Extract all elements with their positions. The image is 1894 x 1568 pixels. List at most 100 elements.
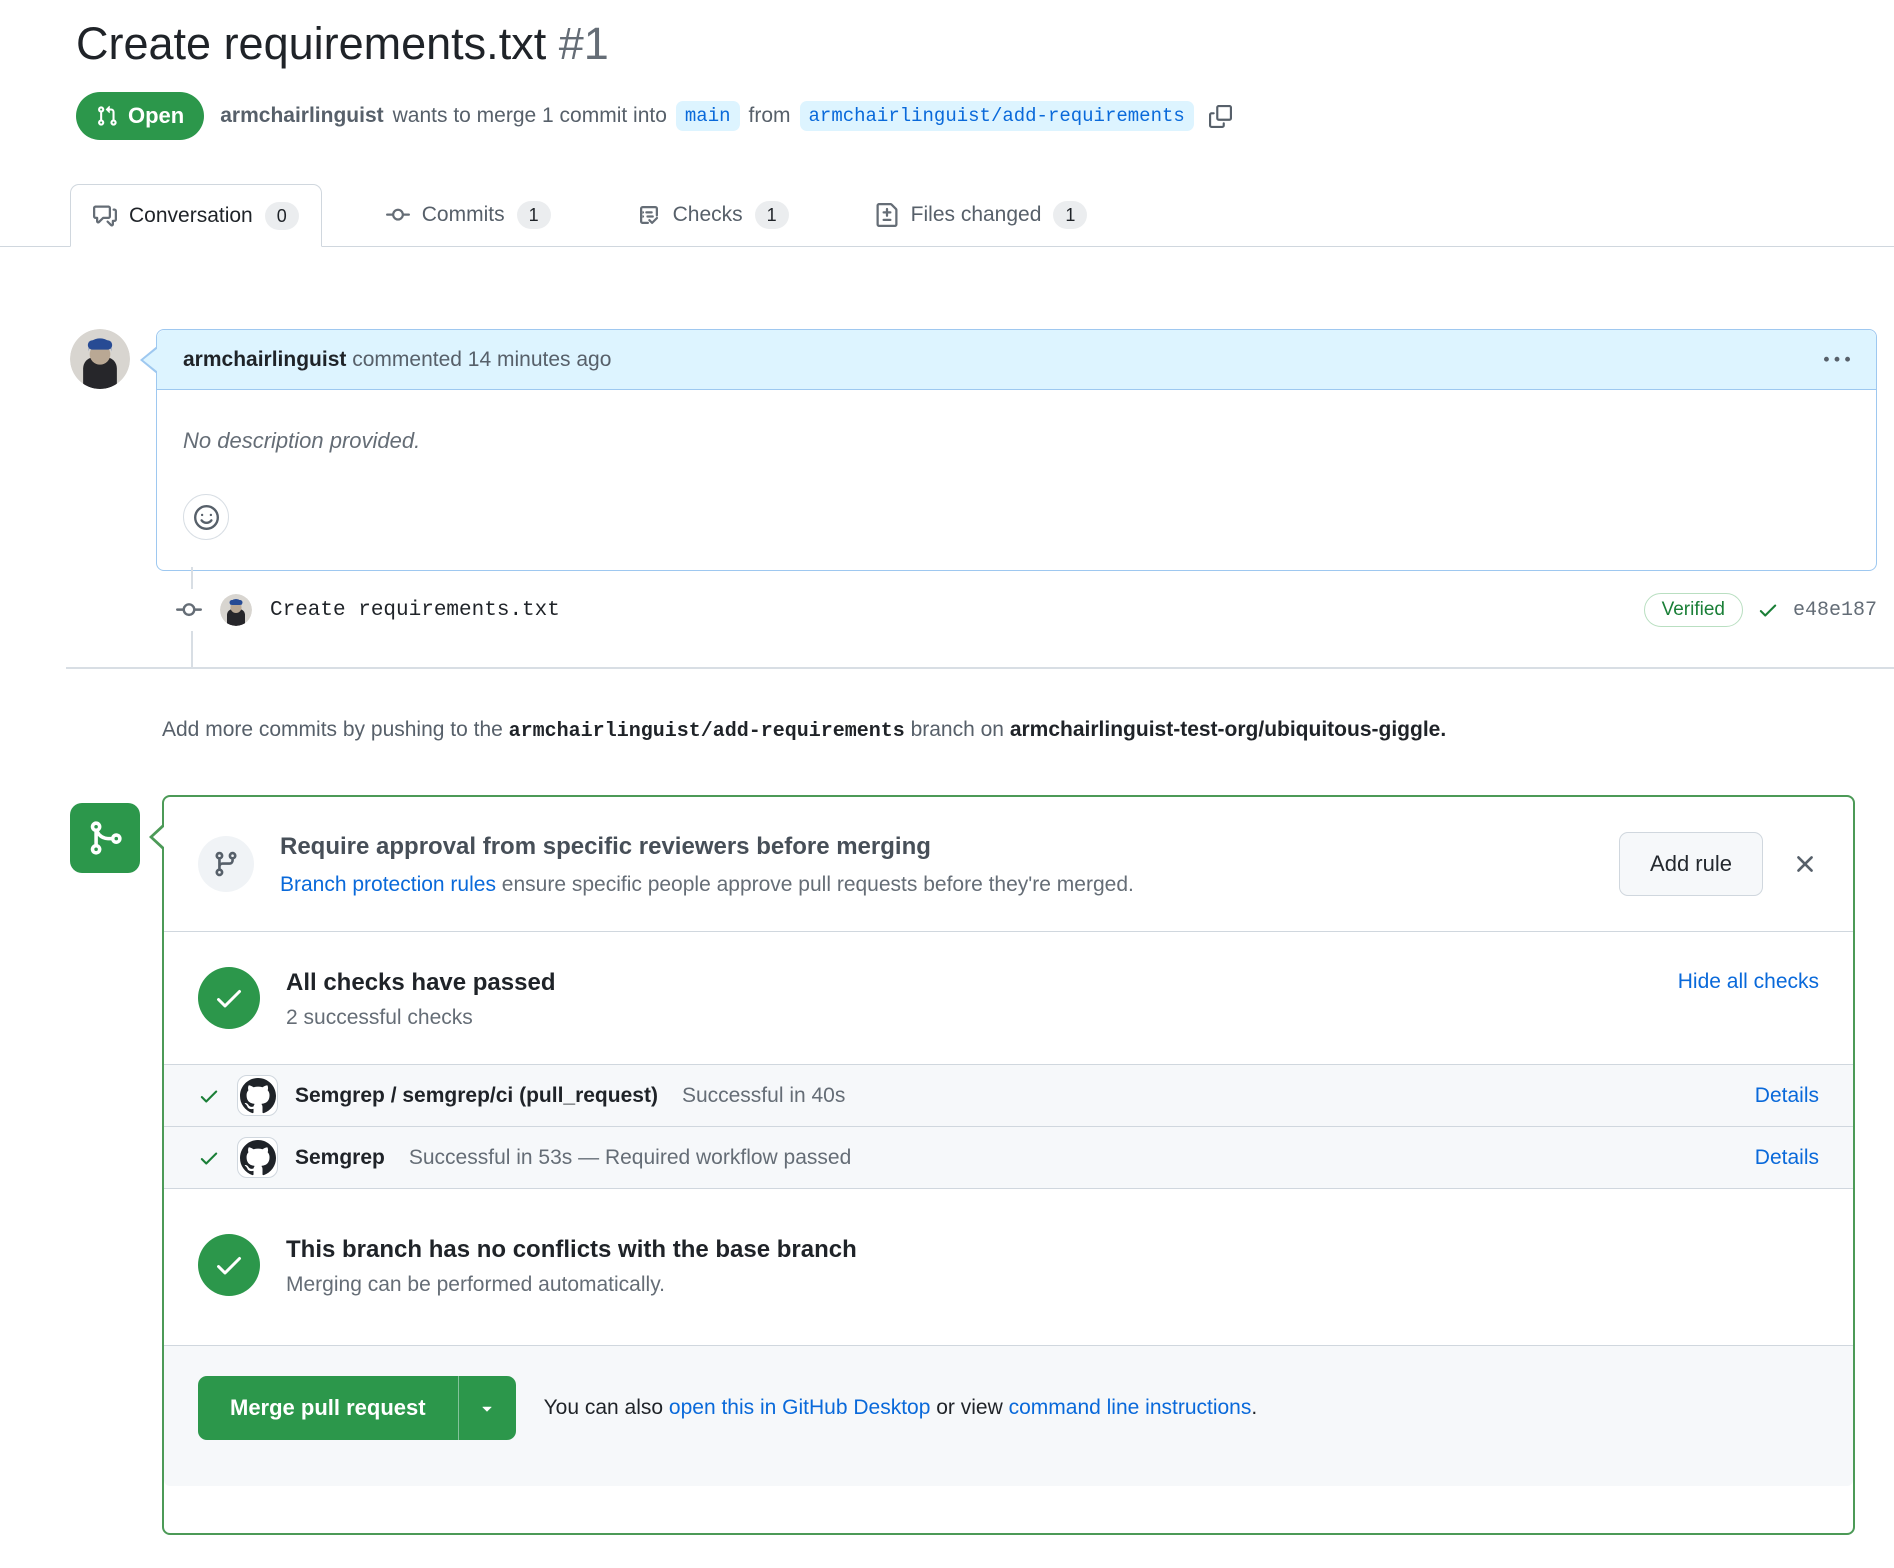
comment-header: armchairlinguist commented 14 minutes ag… [157,330,1876,390]
tab-conversation[interactable]: Conversation 0 [70,184,322,247]
merge-status-badge [70,803,140,873]
timeline-divider [66,667,1894,669]
check-status: Successful in 40s [682,1084,845,1108]
alt-mid: or view [930,1396,1008,1419]
comment-byline: armchairlinguist commented 14 minutes ag… [183,348,611,372]
check-row: Semgrep Successful in 53s — Required wor… [164,1126,1853,1188]
check-name: Semgrep [295,1146,385,1170]
verified-badge: Verified [1644,593,1743,627]
author-link[interactable]: armchairlinguist [220,104,383,128]
triangle-down-icon [477,1398,497,1418]
copy-icon [1209,105,1232,128]
base-branch-chip: main [676,101,740,131]
alternative-merge-options: You can also open this in GitHub Desktop… [544,1396,1258,1420]
git-merge-icon [86,819,124,857]
check-row: Semgrep / semgrep/ci (pull_request) Succ… [164,1064,1853,1126]
comment-options-button[interactable] [1824,347,1850,373]
commit-message-link[interactable]: Create requirements.txt [270,599,560,622]
github-mark-icon [240,1140,276,1176]
pr-number: #1 [559,18,609,69]
pr-title-text: Create requirements.txt [76,18,546,69]
copy-branch-button[interactable] [1209,105,1232,128]
checks-summary-subtitle: 2 successful checks [286,1006,1652,1030]
check-icon [1757,599,1779,621]
branch-protection-title: Require approval from specific reviewers… [280,831,1593,863]
tab-label: Conversation [129,204,253,228]
merge-box-section: Require approval from specific reviewers… [70,795,1855,1535]
git-branch-icon [198,836,254,892]
merge-box: Require approval from specific reviewers… [162,795,1855,1535]
branch-protection-row: Require approval from specific reviewers… [164,797,1853,931]
comment-author-link[interactable]: armchairlinguist [183,348,346,371]
tab-commits[interactable]: Commits 1 [364,184,573,246]
mergeability-text: This branch has no conflicts with the ba… [286,1233,1819,1297]
comment-discussion-icon [93,204,117,228]
kebab-horizontal-icon [1824,347,1850,373]
checks-summary-title: All checks have passed [286,966,1652,1000]
alt-end: . [1251,1396,1257,1419]
close-icon [1791,850,1819,878]
hide-all-checks-link[interactable]: Hide all checks [1678,970,1819,994]
tab-files-changed[interactable]: Files changed 1 [853,184,1110,246]
tab-counter: 1 [755,201,789,229]
comment-meta: commented 14 minutes ago [352,348,611,371]
branch-protection-rules-link[interactable]: Branch protection rules [280,873,496,896]
check-name: Semgrep / semgrep/ci (pull_request) [295,1084,658,1108]
tab-label: Files changed [911,203,1042,227]
mergeability-row: This branch has no conflicts with the ba… [164,1188,1853,1345]
push-note-repo: armchairlinguist-test-org/ubiquitous-gig… [1010,718,1441,741]
pr-summary: armchairlinguist wants to merge 1 commit… [220,101,1232,131]
branch-protection-text: Require approval from specific reviewers… [280,831,1593,897]
conversation-timeline: armchairlinguist commented 14 minutes ag… [0,329,1894,667]
commit-row: Create requirements.txt Verified e48e187 [176,589,1877,631]
github-app-avatar [237,1137,278,1178]
checks-passed-icon [198,967,260,1029]
smiley-icon [193,504,220,531]
check-icon [198,1085,220,1107]
commit-right-group: Verified e48e187 [1644,593,1877,627]
pr-description-comment: armchairlinguist commented 14 minutes ag… [156,329,1877,571]
checks-summary-row: All checks have passed 2 successful chec… [164,931,1853,1064]
comment-body: No description provided. [157,390,1876,570]
pr-meta-row: Open armchairlinguist wants to merge 1 c… [76,92,1854,140]
branch-protection-actions: Add rule [1619,832,1819,896]
page-title: Create requirements.txt #1 [76,16,1854,72]
git-commit-icon [386,203,410,227]
no-conflicts-icon [198,1234,260,1296]
check-icon [198,1147,220,1169]
command-line-instructions-link[interactable]: command line instructions [1009,1396,1252,1419]
git-pull-request-icon [96,105,118,127]
branch-protection-description: ensure specific people approve pull requ… [496,873,1134,896]
merge-action-text: wants to merge 1 commit into [393,104,667,128]
tab-counter: 1 [1053,201,1087,229]
pr-header: Create requirements.txt #1 Open armchair… [0,0,1894,140]
push-note-branch: armchairlinguist/add-requirements [509,720,905,743]
github-app-avatar [237,1075,278,1116]
tab-label: Commits [422,203,505,227]
no-description-text: No description provided. [183,428,1850,454]
details-link[interactable]: Details [1755,1146,1819,1170]
mergeability-subtitle: Merging can be performed automatically. [286,1273,1819,1297]
dismiss-protection-button[interactable] [1791,850,1819,878]
tab-label: Checks [673,203,743,227]
add-reaction-button[interactable] [183,494,229,540]
details-link[interactable]: Details [1755,1084,1819,1108]
merge-actions-footer: Merge pull request You can also open thi… [164,1345,1853,1486]
checks-summary-text: All checks have passed 2 successful chec… [286,966,1652,1030]
avatar[interactable] [70,329,130,389]
push-note: Add more commits by pushing to the armch… [162,713,1532,749]
pull-request-page: Create requirements.txt #1 Open armchair… [0,0,1894,1535]
head-branch-chip: armchairlinguist/add-requirements [800,101,1194,131]
github-desktop-link[interactable]: open this in GitHub Desktop [669,1396,930,1419]
add-rule-button[interactable]: Add rule [1619,832,1763,896]
commit-sha-link[interactable]: e48e187 [1793,599,1877,622]
checklist-icon [637,203,661,227]
git-commit-icon [176,589,202,631]
commit-author-avatar[interactable] [220,594,252,626]
commit-timeline-item: Create requirements.txt Verified e48e187 [0,571,1894,667]
check-status: Successful in 53s — Required workflow pa… [409,1146,851,1170]
alt-pre: You can also [544,1396,669,1419]
tab-checks[interactable]: Checks 1 [615,184,811,246]
merge-options-dropdown[interactable] [458,1376,516,1440]
merge-pull-request-button[interactable]: Merge pull request [198,1376,458,1440]
